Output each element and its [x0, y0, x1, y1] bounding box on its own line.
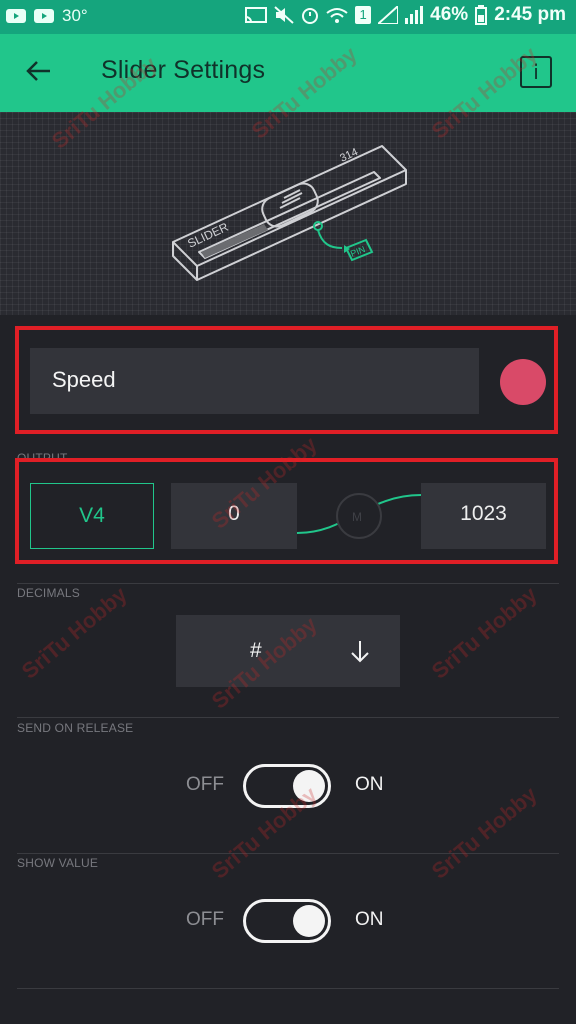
mapping-icon-label: M	[352, 510, 362, 524]
show-value-row: OFF ON	[0, 899, 576, 947]
output-min-input[interactable]: 0	[171, 483, 297, 549]
status-bar: 30° 1 46% 2:45 pm	[0, 0, 576, 34]
mapping-curve: M	[297, 493, 421, 539]
color-picker-button[interactable]	[500, 359, 546, 405]
output-max-input[interactable]: 1023	[421, 483, 546, 549]
clock: 2:45 pm	[494, 4, 566, 25]
illustration-value-label: 314	[338, 146, 360, 165]
show-value-off-label: OFF	[186, 909, 224, 930]
mute-icon	[274, 6, 294, 24]
show-value-label: SHOW VALUE	[17, 856, 99, 870]
show-value-on-label: ON	[355, 909, 384, 930]
slider-widget-illustration: SLIDER 314 PIN	[172, 145, 407, 281]
arrow-left-icon	[26, 61, 50, 81]
divider	[17, 583, 559, 584]
sim-badge: 1	[355, 6, 372, 24]
wifi-icon	[326, 8, 348, 23]
switch-knob	[293, 905, 325, 937]
divider	[17, 853, 559, 854]
battery-icon	[475, 5, 488, 25]
cast-icon	[245, 7, 268, 23]
send-on-release-on-label: ON	[355, 774, 384, 795]
send-on-release-switch[interactable]	[243, 764, 331, 808]
app-bar: Slider Settings i	[0, 34, 576, 112]
signal-icon	[378, 6, 399, 24]
divider	[17, 717, 559, 718]
youtube-icon	[34, 9, 54, 23]
arrow-down-icon	[351, 641, 369, 663]
battery-percent: 46%	[430, 4, 469, 25]
switch-knob	[293, 770, 325, 802]
pin-selector[interactable]: V4	[30, 483, 154, 549]
status-left: 30°	[6, 6, 88, 26]
temperature: 30°	[62, 6, 88, 25]
status-right: 1 46% 2:45 pm	[245, 4, 566, 26]
widget-name-input[interactable]: Speed	[30, 348, 479, 414]
signal-icon	[405, 6, 424, 24]
divider	[17, 988, 559, 989]
decimals-label: DECIMALS	[17, 586, 80, 600]
youtube-icon	[6, 9, 26, 23]
decimals-dropdown[interactable]: #	[176, 615, 400, 687]
decimals-value: #	[250, 639, 262, 662]
send-on-release-off-label: OFF	[186, 774, 224, 795]
page-title: Slider Settings	[101, 56, 266, 84]
back-button[interactable]	[22, 54, 56, 88]
alarm-icon	[302, 8, 319, 24]
send-on-release-label: SEND ON RELEASE	[17, 721, 134, 735]
slider-illustration: SLIDER 314 PIN	[0, 112, 576, 315]
watermark: SriTu Hobby	[426, 581, 542, 684]
show-value-switch[interactable]	[243, 899, 331, 943]
info-button[interactable]: i	[520, 56, 552, 88]
widget-name-value: Speed	[52, 367, 116, 392]
send-on-release-row: OFF ON	[0, 764, 576, 812]
